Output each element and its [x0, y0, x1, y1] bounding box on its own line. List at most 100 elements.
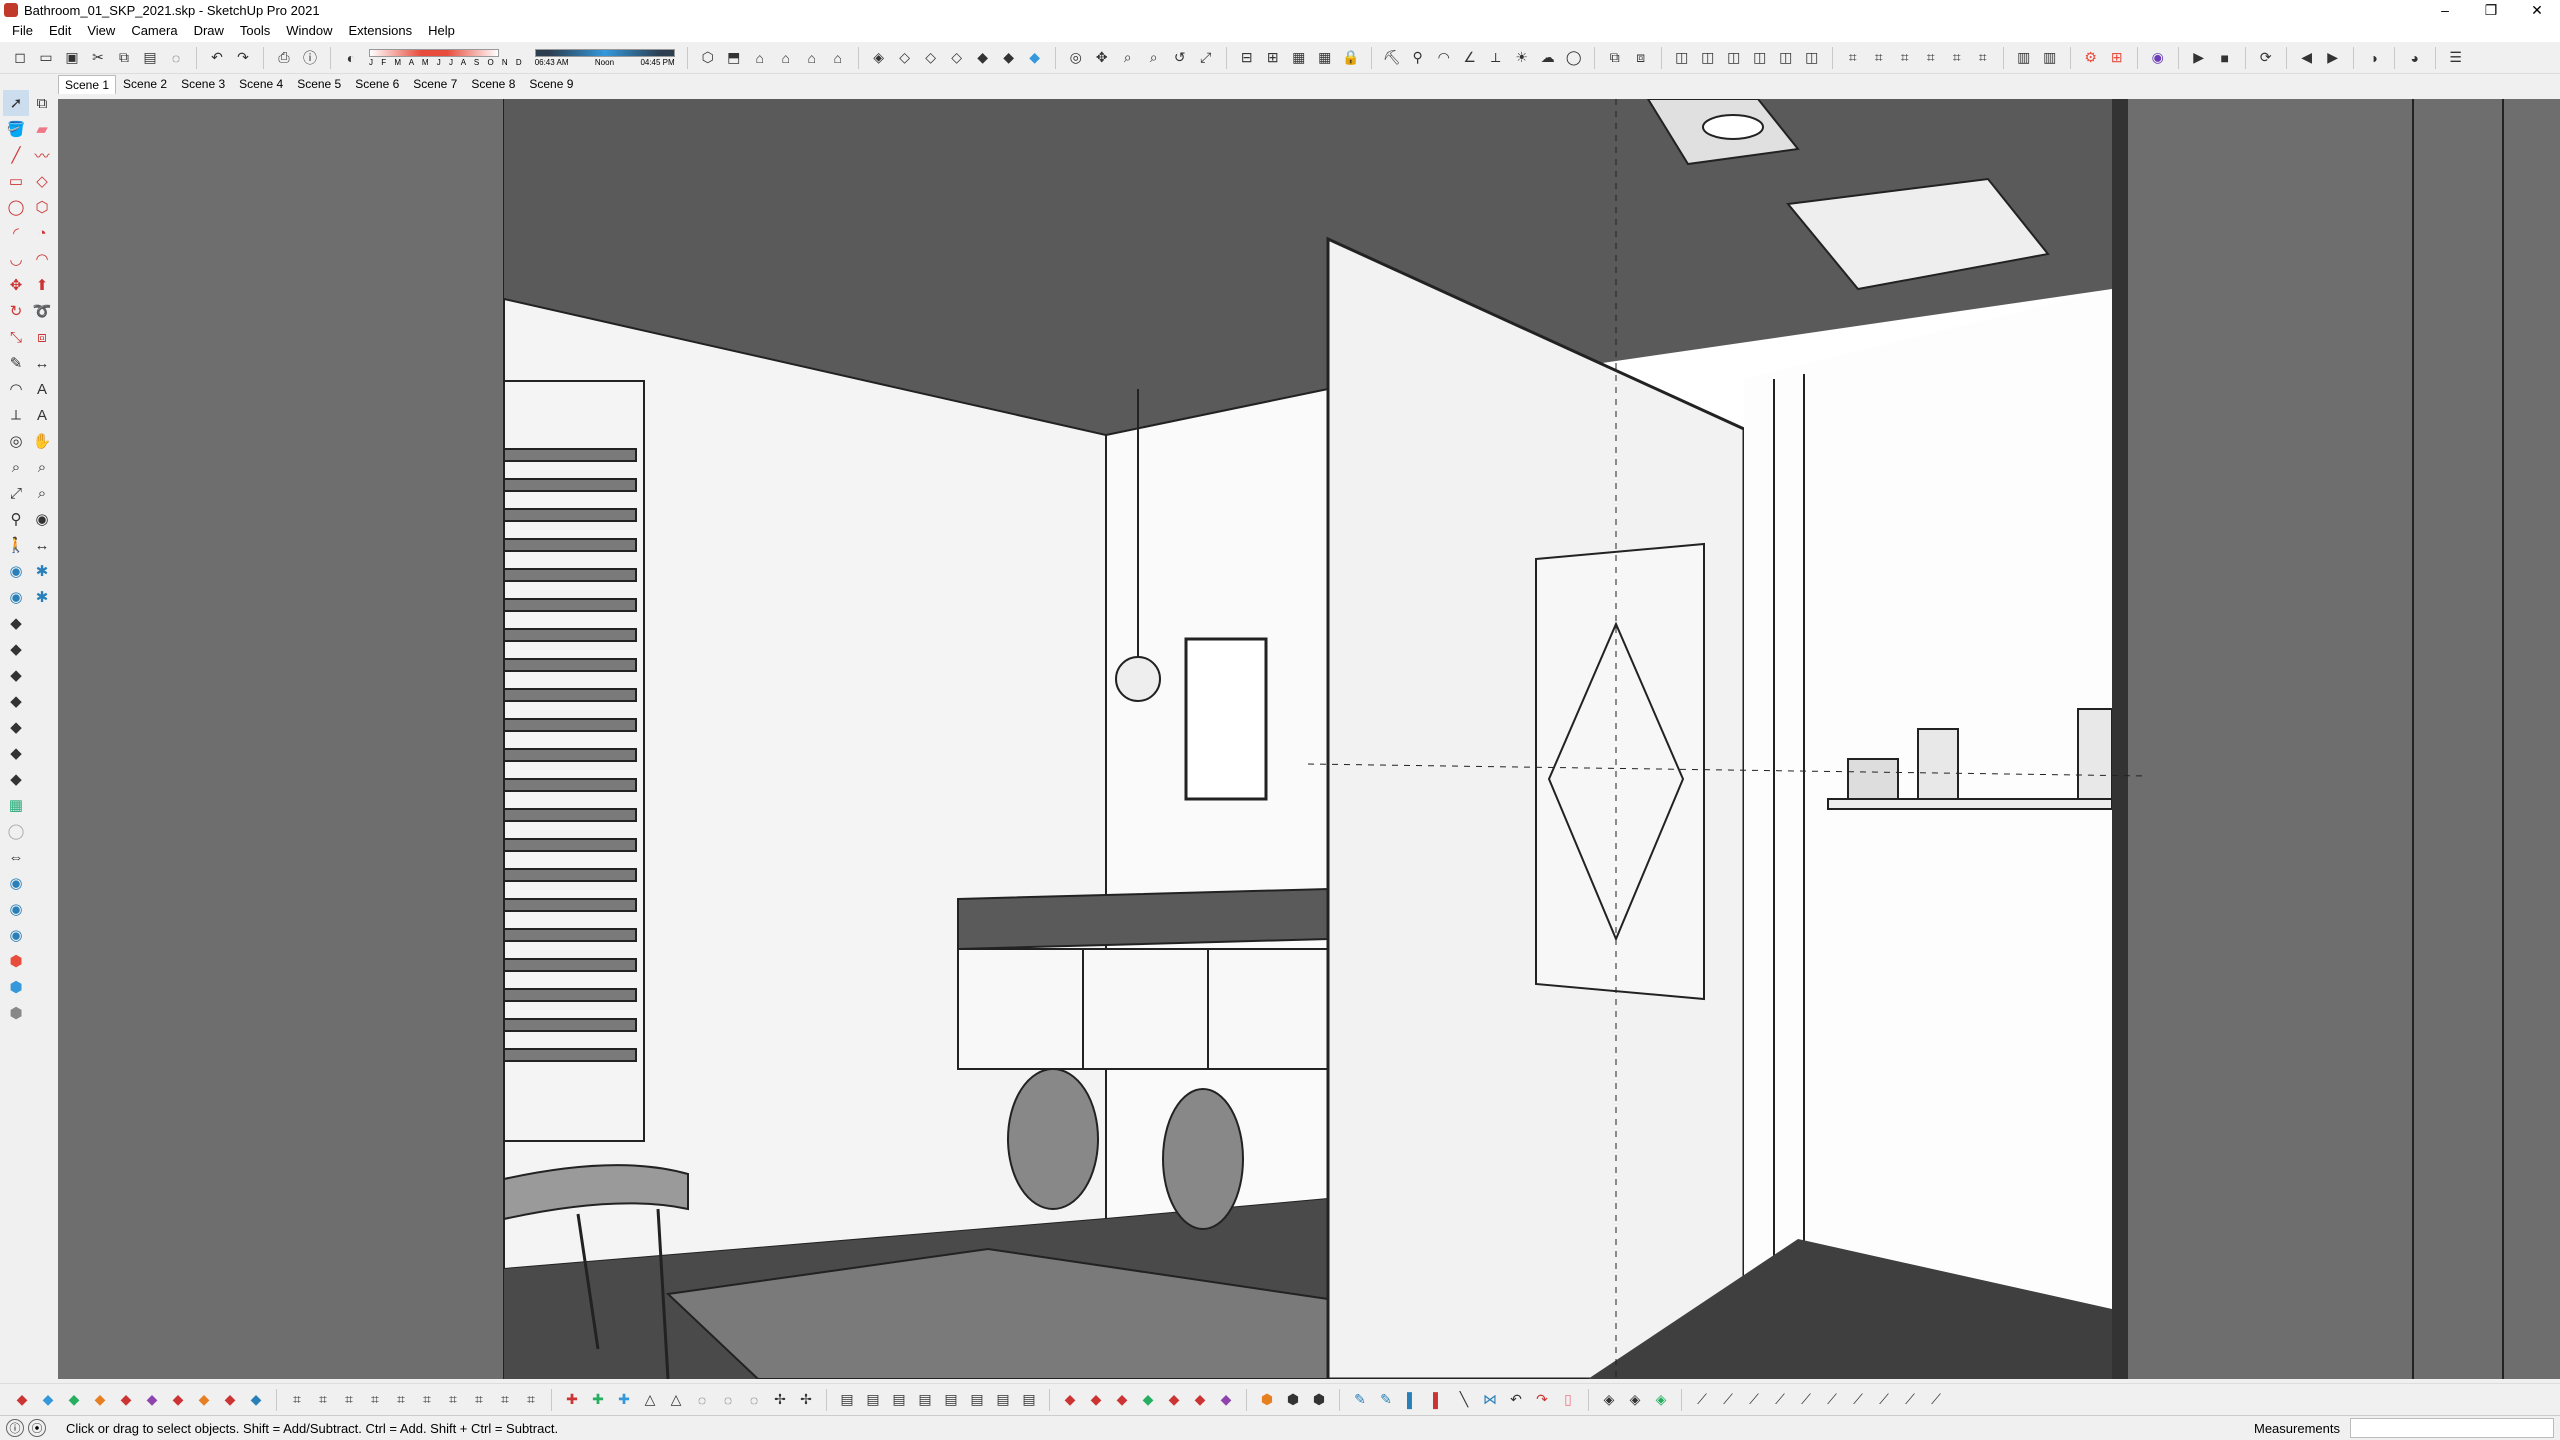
- extension-tool-icon[interactable]: ⟋: [1742, 1388, 1766, 1412]
- extension-tool-icon[interactable]: ◈: [1623, 1388, 1647, 1412]
- refresh-icon[interactable]: ⟳: [2254, 46, 2278, 70]
- zoom-extents-icon[interactable]: ⤢: [1194, 46, 1218, 70]
- menu-tools[interactable]: Tools: [232, 20, 278, 42]
- previous-scene-icon[interactable]: ◀: [2295, 46, 2319, 70]
- extension-gem-icon[interactable]: ◆: [192, 1388, 216, 1412]
- extension-tool-icon[interactable]: ◈: [1597, 1388, 1621, 1412]
- menu-edit[interactable]: Edit: [41, 20, 79, 42]
- text-icon[interactable]: A: [29, 376, 55, 402]
- two-point-arc-icon[interactable]: ◡: [3, 246, 29, 272]
- orbit-icon[interactable]: ◎: [3, 428, 29, 454]
- close-button[interactable]: ✕: [2514, 0, 2560, 20]
- subtract-icon[interactable]: ◫: [1774, 46, 1798, 70]
- hide-icon[interactable]: ◑: [2362, 46, 2386, 70]
- extension-tool-icon[interactable]: ⬢: [1307, 1388, 1331, 1412]
- extension-tool-icon[interactable]: ▯: [1556, 1388, 1580, 1412]
- drape-icon[interactable]: ⌗: [1893, 46, 1917, 70]
- extension-tool-icon[interactable]: △: [638, 1388, 662, 1412]
- model-render[interactable]: [58, 99, 2560, 1379]
- wireframe-icon[interactable]: ◇: [919, 46, 943, 70]
- component-icon[interactable]: ⧉: [29, 90, 55, 116]
- section-plane-icon[interactable]: ↔: [29, 532, 55, 558]
- components-icon[interactable]: ⧉: [1603, 46, 1627, 70]
- freehand-icon[interactable]: 〰: [29, 142, 55, 168]
- pie-icon[interactable]: ◔: [29, 220, 55, 246]
- google-earth-icon[interactable]: ◉: [3, 896, 29, 922]
- scene-tab-6[interactable]: Scene 6: [348, 74, 406, 94]
- sandbox-scratch-icon[interactable]: ◆: [3, 636, 29, 662]
- offset-icon[interactable]: ⧈: [29, 324, 55, 350]
- cut-icon[interactable]: ✂: [86, 46, 110, 70]
- extension-tool-icon[interactable]: ⟋: [1898, 1388, 1922, 1412]
- position-camera-icon[interactable]: ⚲: [3, 506, 29, 532]
- share-model-icon[interactable]: ⬢: [3, 1000, 29, 1026]
- monochrome-icon[interactable]: ◆: [1023, 46, 1047, 70]
- extension-tool-icon[interactable]: ✎: [1374, 1388, 1398, 1412]
- credits-icon[interactable]: ⓘ: [6, 1419, 24, 1437]
- stop-icon[interactable]: ■: [2213, 46, 2237, 70]
- follow-me-icon[interactable]: ➰: [29, 298, 55, 324]
- open-icon[interactable]: ▭: [34, 46, 58, 70]
- extension-tool-icon[interactable]: ▤: [861, 1388, 885, 1412]
- section-cut-icon[interactable]: ⊞: [1261, 46, 1285, 70]
- scene-tab-9[interactable]: Scene 9: [522, 74, 580, 94]
- extension-tool-icon[interactable]: ⟋: [1690, 1388, 1714, 1412]
- extension-tool-icon[interactable]: ⌗: [389, 1388, 413, 1412]
- photo-textures-icon[interactable]: ✱: [29, 558, 55, 584]
- tape-icon[interactable]: ⚲: [1406, 46, 1430, 70]
- scale-icon[interactable]: ⤡: [3, 324, 29, 350]
- extension-tool-icon[interactable]: ▤: [887, 1388, 911, 1412]
- paint-bucket-icon[interactable]: 🪣: [3, 116, 29, 142]
- menu-camera[interactable]: Camera: [123, 20, 185, 42]
- rotated-rectangle-icon[interactable]: ◇: [29, 168, 55, 194]
- menu-view[interactable]: View: [79, 20, 123, 42]
- protractor-icon[interactable]: ◠: [3, 376, 29, 402]
- map-icon[interactable]: ✱: [29, 584, 55, 610]
- extension-tool-icon[interactable]: ✚: [560, 1388, 584, 1412]
- extension-tool-icon[interactable]: ⬢: [1255, 1388, 1279, 1412]
- back-edges-icon[interactable]: ◇: [893, 46, 917, 70]
- extension-gem-icon[interactable]: ◆: [62, 1388, 86, 1412]
- extension-tool-icon[interactable]: ⌗: [363, 1388, 387, 1412]
- shaded-icon[interactable]: ◆: [971, 46, 995, 70]
- walls-icon[interactable]: ▥: [2038, 46, 2062, 70]
- menu-window[interactable]: Window: [278, 20, 340, 42]
- extension-tool-icon[interactable]: ↷: [1530, 1388, 1554, 1412]
- tray-toggle-icon[interactable]: ☰: [2444, 46, 2468, 70]
- menu-help[interactable]: Help: [420, 20, 463, 42]
- smoove-icon[interactable]: ◆: [3, 662, 29, 688]
- move-icon[interactable]: ✥: [3, 272, 29, 298]
- scene-tab-8[interactable]: Scene 8: [464, 74, 522, 94]
- pan-icon[interactable]: ✥: [1090, 46, 1114, 70]
- save-icon[interactable]: ▣: [60, 46, 84, 70]
- flip-icon[interactable]: ⌗: [1919, 46, 1943, 70]
- scene-tab-4[interactable]: Scene 4: [232, 74, 290, 94]
- extension-tool-icon[interactable]: ◆: [1084, 1388, 1108, 1412]
- scene-tab-3[interactable]: Scene 3: [174, 74, 232, 94]
- extension-tool-icon[interactable]: ⟋: [1716, 1388, 1740, 1412]
- styles-icon[interactable]: ◕: [2403, 46, 2427, 70]
- three-point-arc-icon[interactable]: ◠: [29, 246, 55, 272]
- maximize-button[interactable]: ❐: [2468, 0, 2514, 20]
- extension-tool-icon[interactable]: ▌: [1426, 1388, 1450, 1412]
- zoom-icon[interactable]: ⌕: [1116, 46, 1140, 70]
- extension-gem-icon[interactable]: ◆: [114, 1388, 138, 1412]
- extension-tool-icon[interactable]: ⌗: [415, 1388, 439, 1412]
- menu-draw[interactable]: Draw: [186, 20, 232, 42]
- section-plane-icon[interactable]: ⊟: [1235, 46, 1259, 70]
- extension-tool-icon[interactable]: ⌗: [493, 1388, 517, 1412]
- extension-tool-icon[interactable]: ⌗: [311, 1388, 335, 1412]
- xray-icon[interactable]: ◈: [867, 46, 891, 70]
- hidden-line-icon[interactable]: ◇: [945, 46, 969, 70]
- extension-gem-icon[interactable]: ◆: [36, 1388, 60, 1412]
- extension-tool-icon[interactable]: ▤: [965, 1388, 989, 1412]
- add-detail-icon[interactable]: ⌗: [1971, 46, 1995, 70]
- extension-tool-icon[interactable]: ⌗: [285, 1388, 309, 1412]
- zoom-window-icon[interactable]: ⌕: [1142, 46, 1166, 70]
- new-icon[interactable]: ◻: [8, 46, 32, 70]
- extension-tool-icon[interactable]: ⋈: [1478, 1388, 1502, 1412]
- extension-tool-icon[interactable]: ⟋: [1820, 1388, 1844, 1412]
- previous-view-icon[interactable]: ↺: [1168, 46, 1192, 70]
- shadow-date-slider[interactable]: J F M A M J J A S O N D: [369, 48, 525, 67]
- extension-tool-icon[interactable]: ▤: [939, 1388, 963, 1412]
